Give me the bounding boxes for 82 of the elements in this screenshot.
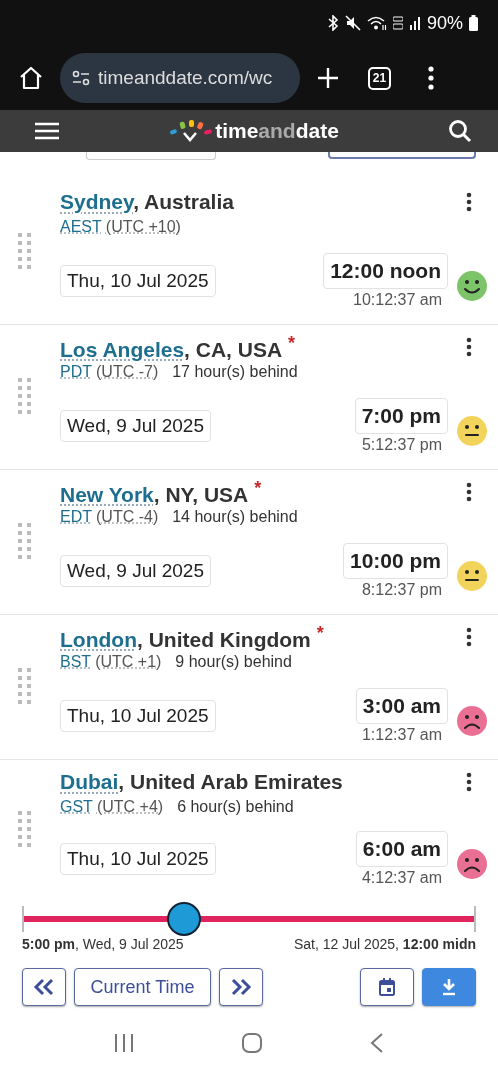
drag-handle-icon[interactable] [18, 811, 32, 849]
more-menu-icon[interactable] [427, 66, 435, 90]
drag-handle-icon[interactable] [18, 523, 32, 561]
more-options-icon[interactable] [466, 337, 472, 357]
more-options-icon[interactable] [466, 482, 472, 502]
city-link[interactable]: Dubai [60, 770, 119, 793]
new-tab-icon[interactable] [316, 66, 340, 90]
drag-handle-icon[interactable] [18, 233, 32, 271]
calendar-button[interactable] [360, 968, 414, 1006]
home-icon[interactable] [18, 65, 44, 91]
time-box: 3:00 am [355, 688, 448, 724]
time-difference: 14 hour(s) behind [172, 508, 298, 526]
utc-offset: (UTC -4) [96, 508, 159, 526]
recent-apps-icon[interactable] [113, 1032, 135, 1054]
city-link[interactable]: Los Angeles [60, 337, 185, 361]
address-bar[interactable]: timeanddate.com/wc [60, 53, 300, 103]
drag-handle-icon[interactable] [18, 668, 32, 706]
range-end-label: Sat, 12 Jul 2025, 12:00 midn [293, 936, 476, 952]
site-logo[interactable]: timeanddate [215, 119, 339, 143]
utc-offset: (UTC +1) [95, 653, 162, 671]
current-time: 10:12:37 am [353, 291, 443, 309]
site-settings-icon[interactable] [72, 69, 90, 87]
time-difference: 6 hour(s) behind [177, 798, 294, 816]
tab-count-button[interactable]: 21 [368, 66, 391, 90]
previous-button[interactable] [22, 968, 66, 1006]
more-options-icon[interactable] [466, 772, 472, 792]
wifi-icon [366, 15, 387, 31]
timezone-abbreviation[interactable]: BST [60, 653, 92, 671]
utc-offset: (UTC +10) [105, 218, 181, 236]
current-time: 8:12:37 pm [361, 581, 443, 599]
date-box: Thu, 10 Jul 2025 [60, 700, 216, 732]
timezone-abbreviation[interactable]: PDT [60, 363, 92, 381]
city-link[interactable]: London [60, 627, 137, 651]
back-icon[interactable] [369, 1032, 385, 1054]
double-chevron-right-icon [230, 978, 252, 996]
current-time-button[interactable]: Current Time [74, 968, 211, 1006]
timezone-abbreviation[interactable]: GST [60, 798, 93, 816]
mute-icon [344, 15, 361, 31]
timezone-abbreviation[interactable]: EDT [60, 508, 92, 526]
battery-icon [469, 15, 478, 31]
city-link[interactable]: Sydney [60, 190, 134, 213]
url-text: timeanddate.com/wc [98, 67, 273, 89]
time-difference: 9 hour(s) behind [175, 653, 292, 671]
signal-icon [408, 16, 421, 30]
location-name: Dubai, United Arab Emirates [60, 770, 343, 794]
current-time: 4:12:37 am [361, 869, 443, 887]
search-icon[interactable] [448, 119, 472, 143]
more-options-icon[interactable] [466, 192, 472, 212]
location-name: London, United Kingdom $^{*}$ [60, 622, 324, 652]
utc-offset: (UTC -7) [96, 363, 159, 381]
range-start-label: 5:00 pm, Wed, 9 Jul 2025 [22, 936, 184, 952]
time-box: 12:00 noon [323, 253, 448, 289]
time-box: 7:00 pm [354, 398, 448, 434]
volte-icon [392, 16, 403, 30]
home-button-icon[interactable] [241, 1032, 263, 1054]
download-button[interactable] [422, 968, 476, 1006]
calendar-icon [379, 978, 395, 996]
time-box: 6:00 am [355, 831, 448, 867]
date-box: Wed, 9 Jul 2025 [60, 410, 211, 442]
utc-offset: (UTC +4) [96, 798, 164, 816]
time-difference: 17 hour(s) behind [172, 363, 298, 381]
location-name: Sydney, Australia [60, 190, 234, 214]
time-box: 10:00 pm [342, 543, 448, 579]
battery-level: 90% [426, 12, 463, 34]
location-name: New York, NY, USA $^{*}$ [60, 477, 262, 507]
date-box: Thu, 10 Jul 2025 [60, 265, 216, 297]
date-box: Thu, 10 Jul 2025 [60, 843, 216, 875]
timezone-abbreviation[interactable]: AEST [60, 218, 102, 236]
location-name: Los Angeles, CA, USA $^{*}$ [60, 332, 296, 362]
drag-handle-icon[interactable] [18, 378, 32, 416]
date-box: Wed, 9 Jul 2025 [60, 555, 211, 587]
download-icon [441, 978, 457, 996]
city-link[interactable]: New York [60, 482, 154, 506]
slider-handle[interactable] [166, 902, 201, 936]
current-time: 1:12:37 am [361, 726, 443, 744]
logo-icon [169, 119, 214, 143]
next-button[interactable] [219, 968, 263, 1006]
more-options-icon[interactable] [466, 627, 472, 647]
menu-icon[interactable] [34, 121, 60, 141]
double-chevron-left-icon [33, 978, 55, 996]
current-time: 5:12:37 pm [361, 436, 443, 454]
bluetooth-icon [326, 15, 339, 31]
